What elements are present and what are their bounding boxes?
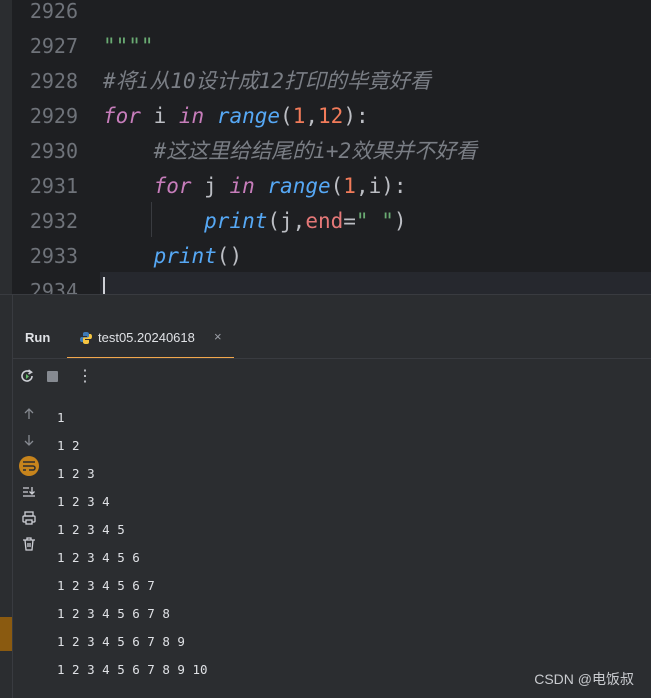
code-token: () (216, 244, 243, 268)
editor-left-strip (0, 0, 12, 294)
run-config-tab[interactable]: test05.20240618 × (67, 315, 234, 359)
code-editor[interactable]: 2926 2927 2928 2929 2930 2931 2932 2933 2934 """… (0, 0, 651, 294)
code-token: i (140, 104, 179, 128)
line-number: 2929 (29, 104, 78, 128)
down-arrow-icon[interactable] (18, 429, 40, 451)
code-line[interactable]: print(j,end=" ") (103, 204, 651, 239)
code-token: ( (330, 174, 344, 198)
run-panel-title: Run (25, 330, 51, 345)
console-output-line: 1 2 3 4 5 6 7 (57, 578, 155, 593)
code-token: 1 (292, 104, 306, 128)
line-number: 2931 (29, 174, 78, 198)
stop-icon[interactable] (42, 366, 62, 386)
rerun-icon[interactable] (17, 366, 37, 386)
run-tool-window: Run test05.20240618 × ⋮ 1 1 2 1 2 3 1 2 3 4… (0, 295, 651, 698)
code-token: """" (103, 34, 154, 58)
line-number: 2934 (29, 279, 78, 294)
code-line[interactable]: for i in range(1,12): (103, 99, 651, 134)
console-output-line: 1 2 3 4 5 6 7 8 9 (57, 634, 185, 649)
line-number: 2928 (29, 69, 78, 93)
code-token: print (153, 244, 217, 268)
code-token: range (216, 104, 281, 128)
code-line[interactable] (103, 0, 651, 29)
line-number: 2932 (29, 209, 78, 233)
code-line[interactable]: #这这里给结尾的i+2效果并不好看 (103, 134, 651, 169)
console-output[interactable]: 1 1 2 1 2 3 1 2 3 4 1 2 3 4 5 1 2 3 4 5 6 1 2 … (57, 404, 208, 684)
line-number: 2927 (29, 34, 78, 58)
more-vertical-icon[interactable]: ⋮ (75, 366, 95, 386)
python-icon (80, 332, 92, 344)
watermark: CSDN @电饭叔 (534, 671, 634, 687)
code-token: in (229, 174, 255, 198)
console-output-line: 1 2 (57, 438, 80, 453)
code-line[interactable]: #将i从10设计成12打印的毕竟好看 (103, 64, 651, 99)
console-output-line: 1 2 3 4 (57, 494, 110, 509)
code-token: (j, (267, 209, 306, 233)
console-output-line: 1 2 3 4 5 6 (57, 550, 140, 565)
code-token: j (191, 174, 230, 198)
up-arrow-icon[interactable] (18, 403, 40, 425)
print-icon[interactable] (18, 507, 40, 529)
code-token: ( (280, 104, 293, 128)
tool-strip-active-marker (0, 617, 12, 651)
console-output-line: 1 (57, 410, 65, 425)
code-token: end (305, 209, 344, 233)
code-token: ,i): (355, 174, 407, 198)
code-line[interactable] (103, 274, 651, 294)
text-caret (103, 277, 105, 294)
line-number: 2933 (29, 244, 78, 268)
line-number: 2926 (29, 0, 78, 23)
code-token: #将i从10设计成12打印的毕竟好看 (103, 69, 431, 93)
code-token: range (267, 174, 331, 198)
code-line[interactable]: print() (103, 239, 651, 274)
code-token: 1 (343, 174, 356, 198)
run-tab-label: test05.20240618 (98, 330, 195, 345)
console-output-line: 1 2 3 4 5 6 7 8 (57, 606, 170, 621)
console-output-line: 1 2 3 4 5 6 7 8 9 10 (57, 662, 208, 677)
code-token: print (204, 209, 268, 233)
indent-guide (151, 202, 152, 237)
console-output-line: 1 2 3 4 5 (57, 522, 125, 537)
code-token: ) (393, 209, 407, 233)
close-icon[interactable]: × (214, 329, 222, 344)
code-line[interactable]: """" (103, 29, 651, 64)
code-token: 12 (318, 104, 344, 128)
code-token: = (343, 209, 356, 233)
code-token: for (153, 174, 192, 198)
soft-wrap-icon[interactable] (18, 455, 40, 477)
code-token: , (305, 104, 319, 128)
scroll-to-end-icon[interactable] (18, 481, 40, 503)
code-token: ): (343, 104, 369, 128)
code-token: #这这里给结尾的i+2效果并不好看 (153, 139, 478, 163)
tab-divider (12, 358, 651, 359)
console-output-line: 1 2 3 (57, 466, 95, 481)
line-number: 2930 (29, 139, 78, 163)
code-line[interactable]: for j in range(1,i): (103, 169, 651, 204)
code-token: in (178, 104, 205, 128)
code-token: " " (355, 209, 394, 233)
code-token: for (103, 104, 141, 128)
trash-icon[interactable] (18, 533, 40, 555)
